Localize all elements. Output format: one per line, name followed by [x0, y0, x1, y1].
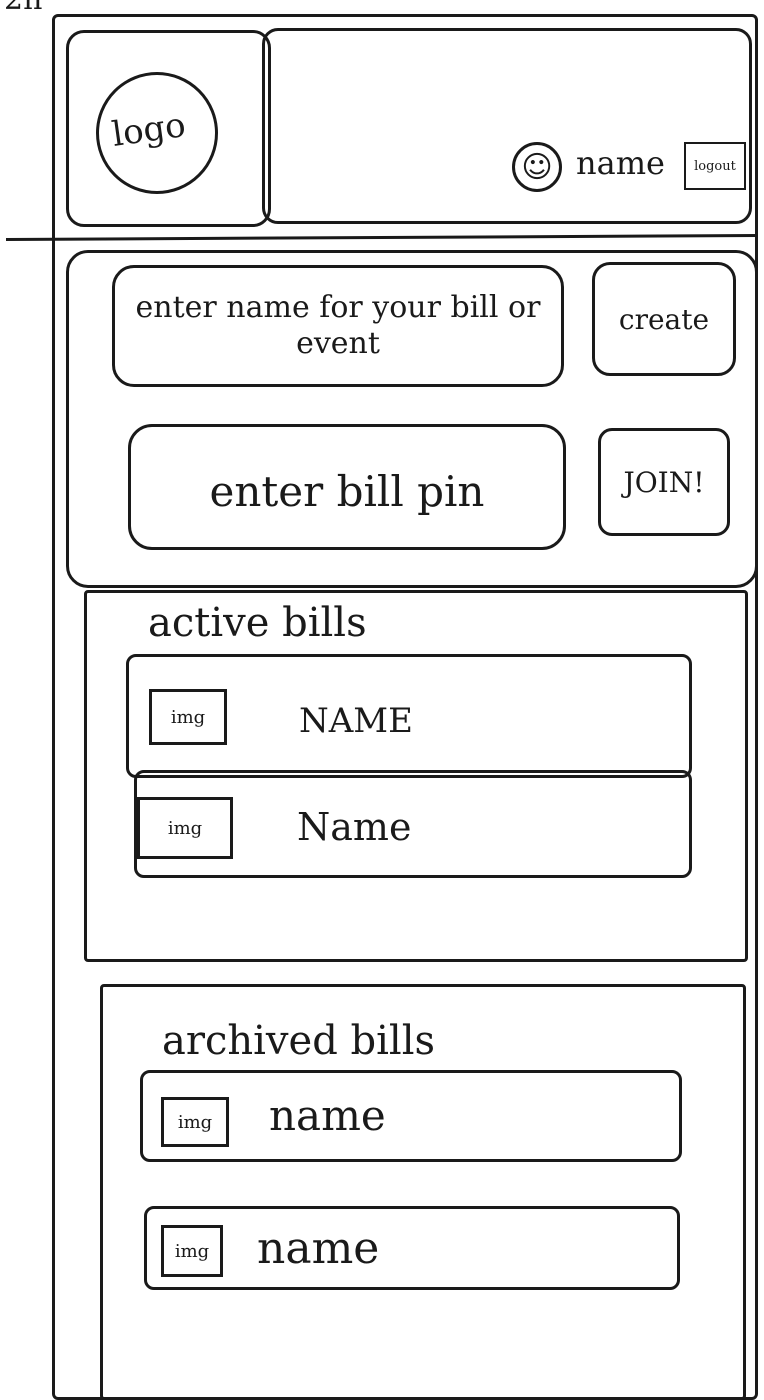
archived-bill-item[interactable]: img name [140, 1070, 682, 1162]
archived-bill-item[interactable]: img name [144, 1206, 680, 1290]
bill-name-input[interactable]: enter name for your bill or event [112, 265, 564, 387]
bill-name: name [269, 1091, 386, 1140]
bill-pin-input[interactable]: enter bill pin [128, 424, 566, 550]
bill-image: img [149, 689, 227, 745]
bill-image: img [161, 1097, 229, 1147]
active-bill-item[interactable]: img NAME [126, 654, 692, 778]
user-icon[interactable]: ☺ [512, 142, 562, 192]
user-name: name [576, 144, 665, 182]
bill-name: name [257, 1223, 380, 1274]
corner-annotation: 2h [4, 0, 42, 17]
logout-button[interactable]: logout [684, 142, 746, 190]
bill-image: img [137, 797, 233, 859]
create-button[interactable]: create [592, 262, 736, 376]
archived-bills-title: archived bills [162, 1018, 436, 1064]
bill-name: NAME [299, 701, 413, 741]
join-button[interactable]: JOIN! [598, 428, 730, 536]
bill-image: img [161, 1225, 223, 1277]
header-bar [262, 28, 752, 224]
active-bill-item[interactable]: img Name [134, 770, 692, 878]
bill-name: Name [297, 805, 412, 849]
active-bills-title: active bills [148, 600, 367, 646]
